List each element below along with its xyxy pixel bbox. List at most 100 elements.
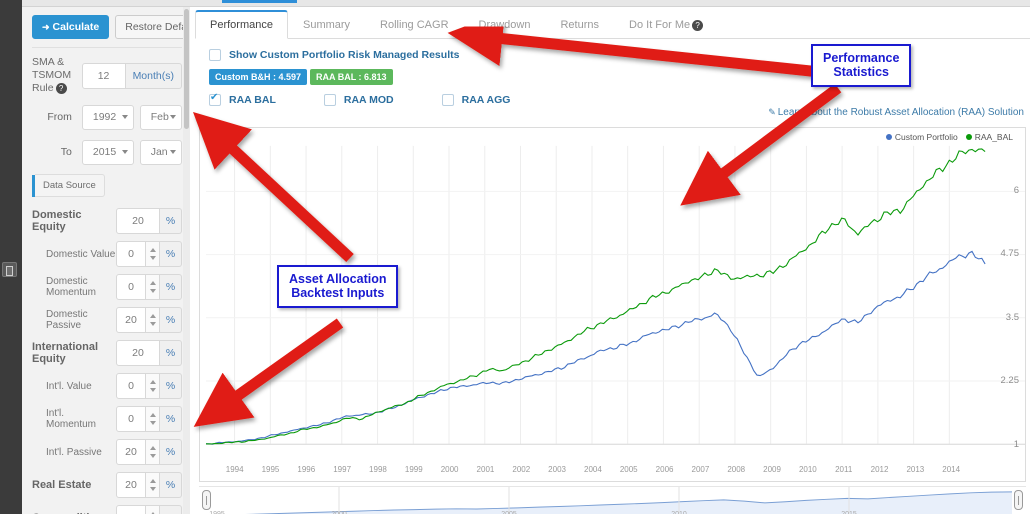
allocation-input[interactable]: 20 xyxy=(116,340,160,367)
allocation-input[interactable]: 20 xyxy=(116,505,146,514)
show-custom-checkbox[interactable] xyxy=(209,49,221,61)
chevron-down-icon xyxy=(170,149,177,154)
x-tick-label: 2009 xyxy=(763,465,781,474)
allocation-row: International Equity 20% xyxy=(32,339,182,367)
allocation-input[interactable]: 0 xyxy=(116,274,146,301)
tab-performance[interactable]: Performance xyxy=(195,10,288,39)
allocation-stepper[interactable] xyxy=(146,274,160,301)
help-icon[interactable]: ? xyxy=(692,19,704,31)
sma-tsmom-rule-label: SMA & TSMOM Rule? xyxy=(32,56,72,95)
navigator-handle-right[interactable] xyxy=(1014,490,1023,510)
y-tick-label: 6 xyxy=(1013,184,1019,196)
x-tick-label: 1999 xyxy=(404,465,423,474)
allocation-input[interactable]: 0 xyxy=(116,406,146,433)
stepper-up-icon[interactable] xyxy=(150,314,156,319)
stepper-down-icon[interactable] xyxy=(150,256,156,261)
stepper-up-icon[interactable] xyxy=(150,479,156,484)
y-tick-label: 1 xyxy=(1013,439,1019,450)
allocation-input-group: 20% xyxy=(116,505,182,514)
sma-tsmom-rule-input[interactable]: 12 xyxy=(81,62,126,89)
allocation-stepper[interactable] xyxy=(146,472,160,499)
from-month-select[interactable]: Feb xyxy=(139,104,183,130)
allocation-row: Real Estate 20% xyxy=(32,471,182,499)
to-month-select[interactable]: Jan xyxy=(139,139,183,165)
allocation-stepper[interactable] xyxy=(146,241,160,268)
allocation-label: Int'l. Value xyxy=(46,380,92,392)
x-tick-label: 2014 xyxy=(942,465,961,474)
arrow-right-icon: ➜ xyxy=(42,22,50,32)
allocation-label: Domestic Equity xyxy=(32,209,82,234)
percent-addon: % xyxy=(160,208,182,235)
stepper-up-icon[interactable] xyxy=(150,380,156,385)
allocation-input[interactable]: 0 xyxy=(116,373,146,400)
stepper-down-icon[interactable] xyxy=(150,388,156,393)
allocation-stepper[interactable] xyxy=(146,307,160,334)
stepper-down-icon[interactable] xyxy=(150,487,156,492)
stepper-up-icon[interactable] xyxy=(150,281,156,286)
data-source-button[interactable]: Data Source xyxy=(35,174,105,198)
tab-label: Do It For Me xyxy=(629,19,691,31)
allocation-stepper[interactable] xyxy=(146,505,160,514)
allocation-stepper[interactable] xyxy=(146,439,160,466)
rail-toggle-icon[interactable] xyxy=(2,262,17,277)
chevron-down-icon xyxy=(170,114,177,119)
allocation-label: Int'l. Passive xyxy=(46,446,102,458)
stepper-up-icon[interactable] xyxy=(150,446,156,451)
sma-tsmom-rule-input-group: 12 Month(s) xyxy=(81,62,182,89)
chevron-down-icon xyxy=(121,114,128,119)
checkbox-box[interactable] xyxy=(323,94,336,106)
x-tick-label: 2002 xyxy=(512,465,531,474)
from-year-value: 1992 xyxy=(92,110,117,123)
stepper-up-icon[interactable] xyxy=(150,248,156,253)
x-tick-label: 2013 xyxy=(906,465,925,474)
allocation-input[interactable]: 20 xyxy=(116,439,146,466)
stepper-up-icon[interactable] xyxy=(150,413,156,418)
checkbox-box[interactable] xyxy=(441,94,454,106)
allocation-row: Domestic Momentum 0% xyxy=(32,273,182,301)
help-icon[interactable]: ? xyxy=(55,82,67,94)
allocation-row: Int'l. Value 0% xyxy=(32,372,182,400)
sidebar-scrollbar-thumb[interactable] xyxy=(184,9,189,129)
allocation-stepper[interactable] xyxy=(146,406,160,433)
to-label: To xyxy=(60,145,72,158)
stepper-down-icon[interactable] xyxy=(150,289,156,294)
percent-addon: % xyxy=(160,406,182,433)
calculate-button[interactable]: ➜ Calculate xyxy=(32,15,110,39)
from-year-select[interactable]: 1992 xyxy=(81,104,134,130)
allocation-input[interactable]: 20 xyxy=(116,307,146,334)
raa-checkbox-row: RAA BAL RAA MOD RAA AGG xyxy=(209,92,1018,106)
sidebar-scrollbar[interactable] xyxy=(183,7,190,514)
allocation-stepper[interactable] xyxy=(146,373,160,400)
tab-label: Rolling CAGR xyxy=(380,19,449,31)
y-tick-label: 3.5 xyxy=(1005,311,1019,323)
tab-do-it-for-me[interactable]: Do It For Me? xyxy=(614,11,718,39)
checkbox-raa-bal[interactable]: RAA BAL xyxy=(209,92,276,106)
percent-addon: % xyxy=(160,439,182,466)
checkbox-raa-agg[interactable]: RAA AGG xyxy=(441,94,510,106)
allocation-input-group: 20% xyxy=(116,439,182,466)
allocation-input-group: 0% xyxy=(116,274,182,301)
tab-returns[interactable]: Returns xyxy=(545,11,614,39)
checkbox-box[interactable] xyxy=(209,92,221,106)
tab-label: Summary xyxy=(302,19,351,31)
y-tick-label: 2.25 xyxy=(1000,375,1020,387)
sidebar: ➜Calculate Restore Defaults SMA & TSMOM … xyxy=(22,7,190,514)
restore-defaults-button[interactable]: Restore Defaults xyxy=(115,15,190,39)
stepper-down-icon[interactable] xyxy=(150,322,156,327)
allocation-input[interactable]: 20 xyxy=(116,208,160,235)
tab-drawdown[interactable]: Drawdown xyxy=(464,11,546,39)
checkbox-raa-mod[interactable]: RAA MOD xyxy=(323,94,394,106)
allocation-row: Domestic Value 0% xyxy=(32,240,182,268)
raa-learn-link[interactable]: ✎ Learn about the Robust Asset Allocation… xyxy=(768,107,1024,118)
navigator-handle-left[interactable] xyxy=(202,490,211,510)
allocation-input[interactable]: 20 xyxy=(116,472,146,499)
tab-summary[interactable]: Summary xyxy=(288,11,365,39)
result-badge: Custom B&H : 4.597 xyxy=(209,69,308,85)
chart-navigator[interactable]: 19952000200520102015 xyxy=(199,486,1026,514)
to-year-select[interactable]: 2015 xyxy=(81,139,134,165)
stepper-down-icon[interactable] xyxy=(150,421,156,426)
stepper-down-icon[interactable] xyxy=(150,454,156,459)
x-tick-label: 2010 xyxy=(798,465,817,474)
allocation-input[interactable]: 0 xyxy=(116,241,146,268)
tab-rolling-cagr[interactable]: Rolling CAGR xyxy=(365,11,463,39)
